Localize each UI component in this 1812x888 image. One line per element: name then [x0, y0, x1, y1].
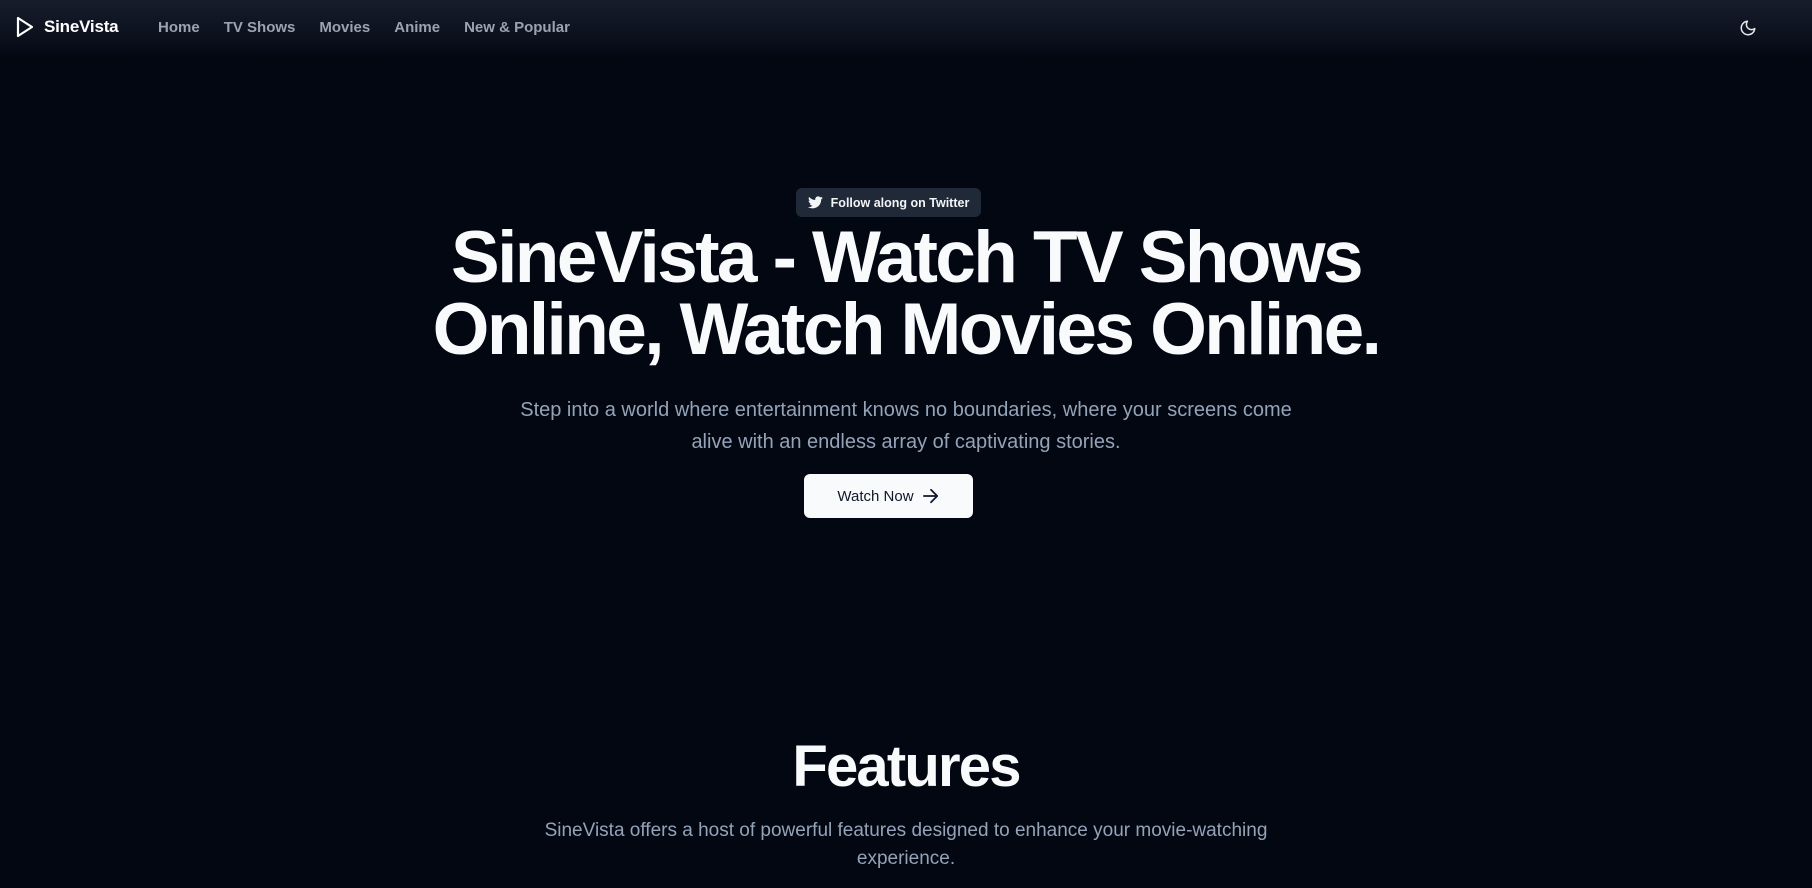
brand-logo[interactable]: SineVista [16, 16, 119, 38]
twitter-badge-link[interactable]: Follow along on Twitter [796, 188, 981, 217]
watch-now-label: Watch Now [837, 487, 914, 505]
nav-item-movies[interactable]: Movies [319, 19, 370, 36]
page: SineVista Home TV Shows Movies Anime New… [0, 0, 1812, 888]
site-header: SineVista Home TV Shows Movies Anime New… [0, 0, 1812, 58]
features-title: Features [792, 734, 1021, 799]
twitter-badge-label: Follow along on Twitter [830, 195, 970, 210]
features-subtitle: SineVista offers a host of powerful feat… [544, 820, 1268, 869]
nav-item-home[interactable]: Home [158, 19, 200, 36]
arrow-right-icon [922, 488, 938, 504]
moon-icon [1740, 20, 1756, 36]
nav-item-new-popular[interactable]: New & Popular [464, 19, 570, 36]
brand-name: SineVista [44, 17, 119, 36]
hero-subtitle: Step into a world where entertainment kn… [520, 399, 1292, 453]
nav-item-anime[interactable]: Anime [394, 19, 440, 36]
nav-item-tv-shows[interactable]: TV Shows [224, 19, 296, 36]
play-icon [16, 16, 34, 38]
hero-title: SineVista - Watch TV Shows Online, Watch… [432, 217, 1382, 370]
main-nav: Home TV Shows Movies Anime New & Popular [158, 19, 570, 36]
theme-toggle-button[interactable] [1736, 16, 1760, 40]
watch-now-button[interactable]: Watch Now [804, 474, 973, 518]
twitter-icon [807, 196, 823, 209]
